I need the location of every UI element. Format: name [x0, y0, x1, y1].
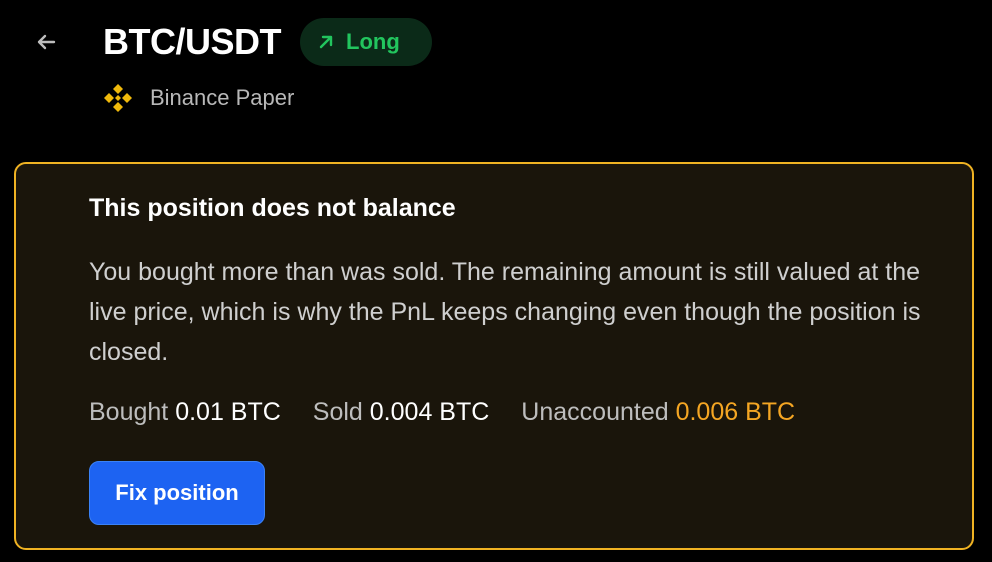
sold-stat: Sold 0.004 BTC: [313, 398, 490, 427]
position-side-badge: Long: [300, 18, 432, 66]
exchange-info: Binance Paper: [102, 82, 294, 114]
position-side-label: Long: [346, 29, 400, 54]
page-title: BTC/USDT: [103, 21, 282, 62]
unbalanced-position-warning: This position does not balance You bough…: [14, 162, 974, 550]
binance-logo-icon: [104, 84, 132, 112]
bought-stat: Bought 0.01 BTC: [89, 398, 281, 427]
bought-value: 0.01 BTC: [175, 398, 281, 426]
fix-position-button[interactable]: Fix position: [89, 461, 265, 525]
exchange-name: Binance Paper: [150, 85, 295, 110]
warning-title: This position does not balance: [89, 194, 456, 222]
arrow-left-icon: [37, 34, 56, 50]
sold-value: 0.004 BTC: [369, 398, 490, 426]
unaccounted-value: 0.006 BTC: [675, 398, 796, 426]
sold-label: Sold: [312, 398, 370, 426]
position-quantities: Bought 0.01 BTC Sold 0.004 BTC Unaccount…: [89, 398, 795, 427]
back-button[interactable]: [28, 24, 64, 60]
bought-label: Bought: [89, 398, 176, 426]
warning-description: You bought more than was sold. The remai…: [89, 258, 921, 366]
arrow-up-right-icon: [319, 35, 333, 49]
unaccounted-stat: Unaccounted 0.006 BTC: [521, 398, 795, 427]
unaccounted-label: Unaccounted: [521, 398, 676, 426]
